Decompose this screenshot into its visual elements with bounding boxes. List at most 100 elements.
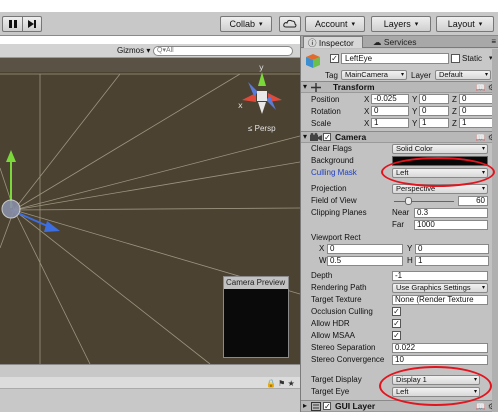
z-label: Z (452, 107, 457, 116)
scene-view[interactable]: x y ≤ Persp Camera Preview (0, 58, 300, 364)
background-label: Background (311, 156, 354, 165)
collab-dropdown[interactable]: Collab ▾ (220, 16, 272, 32)
step-button[interactable] (22, 16, 42, 32)
allow-hdr-row: Allow HDR ✓ (301, 318, 498, 330)
gui-layer-icon (311, 402, 321, 411)
stereo-convergence-field[interactable]: 10 (392, 355, 488, 365)
x-label: X (364, 107, 370, 116)
clipping-far-row: Far 1000 (301, 219, 498, 231)
tag-dropdown[interactable]: MainCamera ▾ (341, 70, 407, 80)
viewport-h-field[interactable]: 1 (415, 256, 489, 266)
culling-mask-label: Culling Mask (311, 168, 357, 177)
stereo-separation-field[interactable]: 0.022 (392, 343, 488, 353)
transform-title: Transform (333, 82, 375, 92)
step-icon (28, 20, 36, 28)
gizmos-dropdown[interactable]: Gizmos ▾ (117, 46, 150, 55)
layout-dropdown[interactable]: Layout ▾ (436, 16, 494, 32)
viewport-xy-row: X 0 Y 0 (301, 243, 498, 255)
far-field[interactable]: 1000 (414, 220, 488, 230)
position-y-field[interactable]: 0 (419, 94, 449, 104)
svg-text:x: x (238, 101, 243, 110)
layer-label: Layer (411, 71, 432, 80)
fov-slider-track[interactable] (394, 201, 454, 202)
occlusion-culling-checkbox[interactable]: ✓ (392, 307, 401, 316)
stereo-separation-row: Stereo Separation 0.022 (301, 342, 498, 354)
near-field[interactable]: 0.3 (414, 208, 488, 218)
allow-hdr-checkbox[interactable]: ✓ (392, 319, 401, 328)
rotation-x-field[interactable]: 0 (371, 106, 409, 116)
rotation-y-field[interactable]: 0 (419, 106, 449, 116)
rotation-row: Rotation X 0 Y 0 Z 0 (301, 106, 498, 118)
foldout-arrow-icon[interactable]: ▾ (303, 82, 307, 91)
scene-search-input[interactable]: Q▾All (153, 46, 293, 56)
camera-enabled-checkbox[interactable]: ✓ (323, 133, 331, 142)
perspective-label[interactable]: ≤ Persp (248, 124, 276, 133)
rendering-path-row: Rendering Path Use Graphics Settings ▾ (301, 282, 498, 294)
viewport-w-field[interactable]: 0.5 (327, 256, 403, 266)
viewport-y-field[interactable]: 0 (415, 244, 489, 254)
x-label: X (364, 119, 370, 128)
y-label: Y (407, 244, 413, 253)
foldout-arrow-icon[interactable]: ▸ (303, 401, 307, 410)
position-label: Position (311, 95, 340, 104)
cloud-icon (283, 19, 297, 28)
scale-row: Scale X 1 Y 1 Z 1 (301, 118, 498, 130)
pause-button[interactable] (2, 16, 22, 32)
position-row: Position X -0.025 Y 0 Z 0 (301, 94, 498, 106)
target-texture-field[interactable]: None (Render Texture (392, 295, 488, 305)
inspector-panel: ⓘ Inspector ☁ Services ≡ ✓ LeftEye Stati… (300, 36, 498, 412)
active-checkbox[interactable]: ✓ (330, 54, 339, 63)
clear-flags-dropdown[interactable]: Solid Color ▾ (392, 144, 488, 154)
transform-header[interactable]: ▾ Transform 📖 ⚙ (301, 81, 498, 93)
account-dropdown[interactable]: Account ▾ (305, 16, 365, 32)
viewport-rect-label: Viewport Rect (311, 233, 361, 242)
object-name-field[interactable]: LeftEye (341, 53, 449, 64)
allow-msaa-label: Allow MSAA (311, 331, 356, 340)
collab-label: Collab (229, 19, 255, 29)
y-label: Y (412, 119, 418, 128)
tab-services[interactable]: ☁ Services (369, 36, 420, 48)
target-texture-label: Target Texture (311, 295, 362, 304)
target-eye-highlight (379, 366, 492, 406)
static-checkbox[interactable] (451, 54, 460, 63)
gui-layer-title: GUI Layer (335, 401, 376, 411)
h-label: H (407, 256, 413, 265)
projection-row: Projection Perspective ▾ (301, 183, 498, 195)
project-panel: 🔒 ⚑ ★ (0, 364, 300, 412)
allow-hdr-label: Allow HDR (311, 319, 350, 328)
near-label: Near (392, 208, 410, 217)
static-label: Static (462, 54, 483, 63)
scale-x-field[interactable]: 1 (371, 118, 409, 128)
inspector-scrollbar[interactable] (492, 49, 498, 412)
fov-slider-handle[interactable] (405, 197, 412, 205)
lock-icon[interactable]: 🔒 ⚑ ★ (266, 379, 295, 388)
allow-msaa-checkbox[interactable]: ✓ (392, 331, 401, 340)
occlusion-culling-label: Occlusion Culling (311, 307, 373, 316)
rendering-path-dropdown[interactable]: Use Graphics Settings ▾ (392, 283, 488, 293)
layers-dropdown[interactable]: Layers ▾ (371, 16, 431, 32)
camera-header[interactable]: ▾ ✓ Camera 📖 ⚙ (301, 131, 498, 143)
tag-label: Tag (325, 71, 338, 80)
depth-field[interactable]: -1 (392, 271, 488, 281)
layers-label: Layers (383, 19, 411, 29)
cloud-button[interactable] (279, 16, 301, 32)
position-z-field[interactable]: 0 (459, 94, 493, 104)
account-label: Account (314, 19, 348, 29)
target-eye-label: Target Eye (311, 387, 350, 396)
occlusion-culling-row: Occlusion Culling ✓ (301, 306, 498, 318)
position-x-field[interactable]: -0.025 (371, 94, 409, 104)
scale-z-field[interactable]: 1 (459, 118, 493, 128)
foldout-arrow-icon[interactable]: ▾ (303, 132, 307, 141)
layer-dropdown[interactable]: Default ▾ (435, 70, 491, 80)
gui-layer-enabled-checkbox[interactable]: ✓ (323, 402, 331, 411)
pivot-handle (1, 199, 21, 219)
scale-y-field[interactable]: 1 (419, 118, 449, 128)
clear-flags-row: Clear Flags Solid Color ▾ (301, 143, 498, 155)
z-label: Z (452, 95, 457, 104)
rotation-z-field[interactable]: 0 (459, 106, 493, 116)
panel-menu-icon[interactable]: ≡ (491, 36, 496, 48)
field-of-view-row: Field of View 60 (301, 195, 498, 207)
viewport-x-field[interactable]: 0 (327, 244, 403, 254)
tab-inspector[interactable]: ⓘ Inspector (303, 36, 363, 48)
fov-value-field[interactable]: 60 (458, 196, 488, 206)
